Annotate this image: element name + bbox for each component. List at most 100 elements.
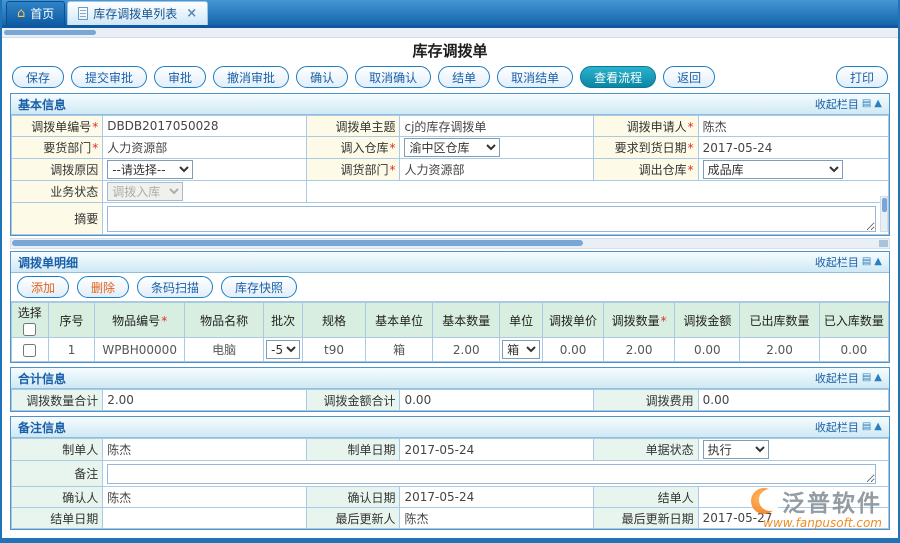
biz-status-filler <box>306 181 888 203</box>
col-spec: 规格 <box>302 303 365 338</box>
order-no-value: DBDB2017050028 <box>103 116 306 137</box>
back-button[interactable]: 返回 <box>663 66 715 88</box>
collapse-panel-icon: ▤ <box>862 373 871 383</box>
biz-status-select: 调拨入库 <box>107 182 183 201</box>
collapse-basic-label: 收起栏目 <box>815 96 859 112</box>
save-button[interactable]: 保存 <box>12 66 64 88</box>
out-warehouse-select[interactable]: 成品库 <box>703 160 843 179</box>
doc-status-select[interactable]: 执行 <box>703 440 769 459</box>
app-window: ⌂ 首页 库存调拨单列表 × 库存调拨单 保存 提交审批 审批 撤消审批 确认 … <box>0 0 900 543</box>
mid-scrollbar-handle[interactable] <box>12 240 583 246</box>
cell-out-qty: 2.00 <box>740 338 819 362</box>
confirmer-label: 确认人 <box>12 487 103 508</box>
close-order-button[interactable]: 结单 <box>438 66 490 88</box>
collapse-panel-icon: ▤ <box>862 257 871 267</box>
note-textarea[interactable] <box>107 464 876 484</box>
col-item-name: 物品名称 <box>184 303 263 338</box>
col-amount: 调拨金额 <box>675 303 740 338</box>
total-form: 调拨数量合计 2.00 调拨金额合计 0.00 调拨费用 0.00 <box>11 389 889 411</box>
approval-button[interactable]: 审批 <box>154 66 206 88</box>
req-date-value: 2017-05-24 <box>698 137 888 159</box>
collapse-arrow-icon: ▲ <box>874 99 882 109</box>
detail-header-row: 选择 序号 物品编号* 物品名称 批次 规格 基本单位 基本数量 单位 调拨单价… <box>12 303 889 338</box>
cell-in-qty: 0.00 <box>819 338 888 362</box>
out-dept-label: 调货部门* <box>306 159 400 181</box>
total-header: 合计信息 收起栏目 ▤ ▲ <box>11 368 889 389</box>
confirm-button[interactable]: 确认 <box>296 66 348 88</box>
req-dept-value: 人力资源部 <box>103 137 306 159</box>
collapse-total-label: 收起栏目 <box>815 370 859 386</box>
top-horizontal-scrollbar <box>2 28 898 38</box>
row-checkbox[interactable] <box>23 344 36 357</box>
collapse-arrow-icon: ▲ <box>874 422 882 432</box>
tab-transfer-list[interactable]: 库存调拨单列表 × <box>67 1 208 25</box>
close-date-value <box>103 508 306 529</box>
add-row-button[interactable]: 添加 <box>17 276 69 298</box>
in-warehouse-select[interactable]: 渝中区仓库 <box>404 138 500 157</box>
delete-row-button[interactable]: 删除 <box>77 276 129 298</box>
basic-info-form: 调拨单编号* DBDB2017050028 调拨单主题 cj的库存调拨单 调拨申… <box>11 115 889 235</box>
select-all-checkbox[interactable] <box>23 323 36 336</box>
req-dept-label: 要货部门* <box>12 137 103 159</box>
make-date-value: 2017-05-24 <box>400 439 594 461</box>
scrollbar-corner <box>879 240 888 247</box>
batch-select[interactable]: -5 <box>266 340 300 359</box>
collapse-panel-icon: ▤ <box>862 99 871 109</box>
collapse-detail-link[interactable]: 收起栏目 ▤ ▲ <box>815 254 882 270</box>
doc-status-label: 单据状态 <box>594 439 698 461</box>
basic-info-section: 基本信息 收起栏目 ▤ ▲ 调拨单编号* DBDB2017050028 调拨单主… <box>10 93 890 236</box>
collapse-panel-icon: ▤ <box>862 422 871 432</box>
submit-approval-button[interactable]: 提交审批 <box>71 66 147 88</box>
maker-label: 制单人 <box>12 439 103 461</box>
cancel-confirm-button[interactable]: 取消确认 <box>355 66 431 88</box>
cell-qty: 2.00 <box>604 338 675 362</box>
collapse-detail-label: 收起栏目 <box>815 254 859 270</box>
total-qty-value: 2.00 <box>103 390 306 411</box>
last-updater-label: 最后更新人 <box>306 508 400 529</box>
summary-label: 摘要 <box>12 203 103 235</box>
basic-vertical-scrollbar <box>880 196 888 232</box>
col-out-qty: 已出库数量 <box>740 303 819 338</box>
top-scrollbar-handle[interactable] <box>4 30 96 35</box>
basic-vertical-scrollbar-handle[interactable] <box>882 198 887 212</box>
remark-section: 备注信息 收起栏目 ▤ ▲ 制单人 陈杰 制单日期 2017-05-24 单据状… <box>10 416 890 530</box>
cancel-close-button[interactable]: 取消结单 <box>497 66 573 88</box>
cell-amount: 0.00 <box>675 338 740 362</box>
tab-close-icon[interactable]: × <box>186 7 197 20</box>
subject-label: 调拨单主题 <box>306 116 400 137</box>
tab-home-label: 首页 <box>30 5 54 22</box>
note-label: 备注 <box>12 461 103 487</box>
subject-value: cj的库存调拨单 <box>400 116 594 137</box>
unit-select[interactable]: 箱 <box>502 340 540 359</box>
tab-home[interactable]: ⌂ 首页 <box>6 1 65 25</box>
barcode-scan-button[interactable]: 条码扫描 <box>137 276 213 298</box>
reason-select[interactable]: --请选择-- <box>107 160 193 179</box>
total-fee-label: 调拨费用 <box>594 390 698 411</box>
stock-snapshot-button[interactable]: 库存快照 <box>221 276 297 298</box>
collapse-total-link[interactable]: 收起栏目 ▤ ▲ <box>815 370 882 386</box>
col-unit: 单位 <box>500 303 543 338</box>
revoke-approval-button[interactable]: 撤消审批 <box>213 66 289 88</box>
summary-textarea[interactable] <box>107 206 876 232</box>
collapse-basic-link[interactable]: 收起栏目 ▤ ▲ <box>815 96 882 112</box>
cell-item-no: WPBH00000 <box>95 338 185 362</box>
detail-row: 1 WPBH00000 电脑 -5 t90 箱 2.00 箱 0.00 2.00 <box>12 338 889 362</box>
view-flow-button[interactable]: 查看流程 <box>580 66 656 88</box>
detail-section: 调拨单明细 收起栏目 ▤ ▲ 添加 删除 条码扫描 库存快照 选择 <box>10 251 890 363</box>
collapse-arrow-icon: ▲ <box>874 373 882 383</box>
req-date-label: 要求到货日期* <box>594 137 698 159</box>
confirm-date-value: 2017-05-24 <box>400 487 594 508</box>
last-update-date-label: 最后更新日期 <box>594 508 698 529</box>
make-date-label: 制单日期 <box>306 439 400 461</box>
basic-info-header: 基本信息 收起栏目 ▤ ▲ <box>11 94 889 115</box>
col-item-no: 物品编号* <box>95 303 185 338</box>
biz-status-label: 业务状态 <box>12 181 103 203</box>
remark-form: 制单人 陈杰 制单日期 2017-05-24 单据状态 执行 备注 确认人 <box>11 438 889 529</box>
total-qty-label: 调拨数量合计 <box>12 390 103 411</box>
collapse-remark-link[interactable]: 收起栏目 ▤ ▲ <box>815 419 882 435</box>
cell-spec: t90 <box>302 338 365 362</box>
col-select: 选择 <box>12 303 49 338</box>
total-fee-value: 0.00 <box>698 390 888 411</box>
print-button[interactable]: 打印 <box>836 66 888 88</box>
detail-header: 调拨单明细 收起栏目 ▤ ▲ <box>11 252 889 273</box>
